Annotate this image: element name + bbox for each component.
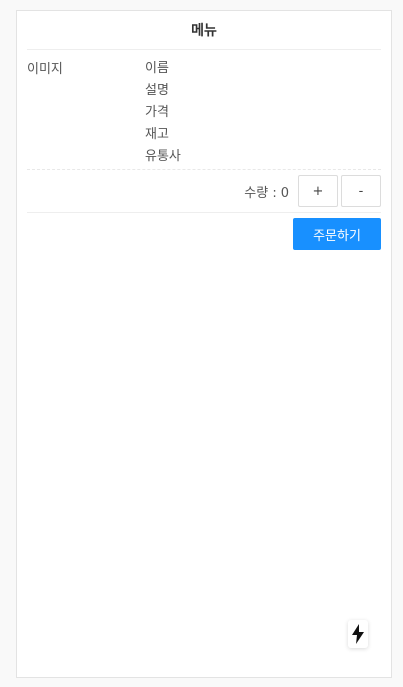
menu-name: 이름 [145,61,169,76]
quantity-label: 수량 :0 [244,182,289,201]
menu-item: 이미지 이름 설명 가격 재고 유통사 [27,50,381,170]
quantity-value: 0 [280,185,289,201]
quantity-label-text: 수량 : [244,185,277,201]
menu-info: 이름 설명 가격 재고 유통사 [145,58,181,168]
menu-stock: 재고 [145,127,169,142]
order-row: 주문하기 [27,218,381,250]
menu-price: 가격 [145,105,169,120]
decrement-button[interactable]: - [341,175,381,207]
menu-distributor: 유통사 [145,149,181,164]
menu-image-placeholder: 이미지 [27,62,63,77]
quantity-row: 수량 :0 + - [27,170,381,213]
increment-button[interactable]: + [298,175,338,207]
order-button[interactable]: 주문하기 [293,218,381,250]
menu-description: 설명 [145,83,169,98]
menu-card: 메뉴 이미지 이름 설명 가격 재고 유통사 수량 :0 + - 주문하기 [16,10,392,678]
floating-action-button[interactable] [348,620,368,648]
lightning-bolt-icon [352,624,364,644]
page-title: 메뉴 [27,11,381,50]
